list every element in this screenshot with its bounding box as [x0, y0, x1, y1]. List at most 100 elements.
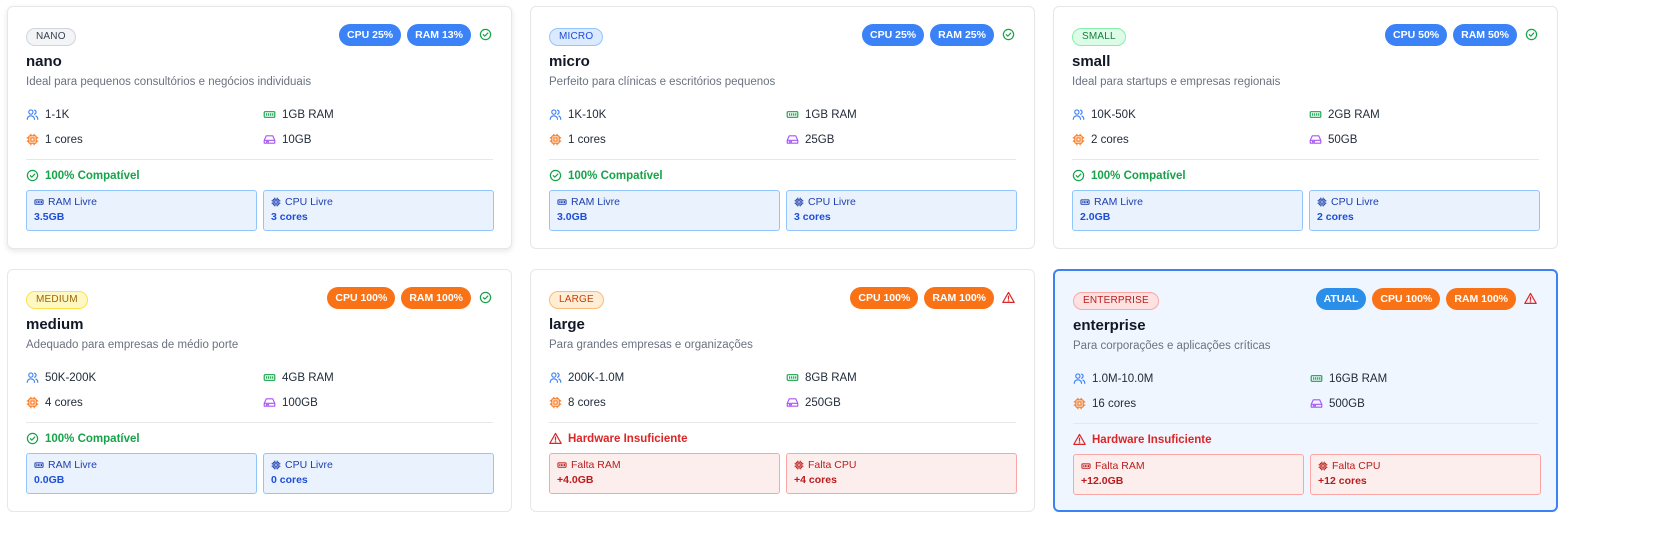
- spec-ram: 8GB RAM: [786, 371, 857, 384]
- ram-resource-label: Falta RAM: [571, 459, 621, 471]
- compatibility-status: Hardware Insuficiente: [1073, 433, 1212, 446]
- memory-icon: [786, 374, 799, 381]
- cpu-resource-label-row: CPU Livre: [1317, 196, 1532, 208]
- spec-ram-label: 1GB RAM: [282, 108, 334, 121]
- hard-drive-icon: [1309, 135, 1322, 144]
- cpu-resource-box: CPU Livre 2 cores: [1309, 190, 1540, 231]
- spec-cpu-label: 8 cores: [568, 396, 606, 409]
- users-icon: [26, 109, 39, 120]
- plan-card-nano[interactable]: NANO CPU 25% RAM 13% nano Ideal para peq…: [7, 6, 512, 249]
- compatibility-status: 100% Compatível: [26, 169, 140, 182]
- spec-users: 1-1K: [26, 108, 69, 121]
- ram-resource-box: RAM Livre 3.5GB: [26, 190, 257, 231]
- plan-description: Ideal para pequenos consultórios e negóc…: [26, 76, 312, 88]
- plan-name: nano: [26, 53, 62, 70]
- plan-name: small: [1072, 53, 1111, 70]
- check-circle-icon: [1072, 169, 1085, 182]
- alert-triangle-icon: [1073, 433, 1086, 446]
- plan-description: Perfeito para clínicas e escritórios peq…: [549, 76, 776, 88]
- spec-storage: 10GB: [263, 133, 311, 146]
- compatibility-label: 100% Compatível: [45, 169, 140, 182]
- spec-storage-label: 50GB: [1328, 133, 1358, 146]
- spec-ram-label: 4GB RAM: [282, 371, 334, 384]
- usage-badges: CPU 25% RAM 13%: [339, 24, 493, 46]
- cpu-resource-value: 3 cores: [794, 211, 831, 223]
- cpu-resource-value: +12 cores: [1318, 475, 1367, 487]
- spec-ram-label: 2GB RAM: [1328, 108, 1380, 121]
- users-icon: [1073, 373, 1086, 384]
- cpu-icon: [549, 396, 562, 409]
- ram-usage-badge: RAM 100%: [401, 287, 471, 309]
- cpu-icon: [549, 133, 562, 146]
- spec-users: 1K-10K: [549, 108, 606, 121]
- plan-name: medium: [26, 316, 84, 333]
- ram-resource-value: +4.0GB: [557, 474, 594, 486]
- alert-triangle-icon: [549, 432, 562, 445]
- plan-card-medium[interactable]: MEDIUM CPU 100% RAM 100% medium Adequado…: [7, 269, 512, 512]
- spec-users-label: 200K-1.0M: [568, 371, 625, 384]
- spec-storage-label: 500GB: [1329, 397, 1365, 410]
- plan-card-enterprise[interactable]: ENTERPRISE ATUAL CPU 100% RAM 100% enter…: [1053, 269, 1558, 512]
- cpu-usage-badge: CPU 25%: [339, 24, 402, 46]
- spec-users-label: 1-1K: [45, 108, 70, 121]
- compatibility-label: 100% Compatível: [1091, 169, 1186, 182]
- ram-resource-box: RAM Livre 0.0GB: [26, 453, 257, 494]
- spec-cpu: 1 cores: [549, 133, 606, 146]
- alert-triangle-icon: [1002, 291, 1016, 305]
- divider: [549, 159, 1016, 160]
- cpu-icon: [794, 460, 804, 470]
- plan-description: Adequado para empresas de médio porte: [26, 339, 239, 351]
- cpu-resource-value: 0 cores: [271, 474, 308, 486]
- spec-storage-label: 25GB: [805, 133, 835, 146]
- spec-ram: 1GB RAM: [263, 108, 334, 121]
- plan-card-micro[interactable]: MICRO CPU 25% RAM 25% micro Perfeito par…: [530, 6, 1035, 249]
- divider: [1072, 159, 1539, 160]
- alert-triangle-icon: [1524, 292, 1538, 306]
- spec-ram: 2GB RAM: [1309, 108, 1380, 121]
- spec-users: 200K-1.0M: [549, 371, 624, 384]
- memory-icon: [557, 199, 567, 205]
- cpu-icon: [1318, 461, 1328, 471]
- cpu-resource-label: Falta CPU: [808, 459, 857, 471]
- check-circle-icon: [479, 291, 493, 305]
- cpu-resource-label: CPU Livre: [808, 196, 856, 208]
- cpu-icon: [271, 197, 281, 207]
- memory-icon: [34, 462, 44, 468]
- ram-resource-value: 3.5GB: [34, 211, 65, 223]
- plan-description: Ideal para startups e empresas regionais: [1072, 76, 1281, 88]
- spec-ram: 16GB RAM: [1310, 372, 1387, 385]
- ram-usage-badge: RAM 13%: [407, 24, 471, 46]
- usage-badges: CPU 100% RAM 100%: [327, 287, 493, 309]
- spec-ram-label: 8GB RAM: [805, 371, 857, 384]
- ram-resource-box: RAM Livre 3.0GB: [549, 190, 780, 231]
- cpu-resource-value: +4 cores: [794, 474, 837, 486]
- usage-badges: CPU 25% RAM 25%: [862, 24, 1016, 46]
- users-icon: [549, 109, 562, 120]
- spec-ram: 1GB RAM: [786, 108, 857, 121]
- spec-storage: 500GB: [1310, 397, 1365, 410]
- spec-users-label: 10K-50K: [1091, 108, 1136, 121]
- cpu-resource-box: CPU Livre 3 cores: [263, 190, 494, 231]
- tier-badge: MICRO: [549, 28, 604, 46]
- hard-drive-icon: [263, 398, 276, 407]
- spec-users-label: 1.0M-10.0M: [1092, 372, 1154, 385]
- usage-badges: ATUAL CPU 100% RAM 100%: [1315, 288, 1538, 310]
- check-circle-icon: [26, 169, 39, 182]
- plan-card-large[interactable]: LARGE CPU 100% RAM 100% large Para grand…: [530, 269, 1035, 512]
- memory-icon: [34, 199, 44, 205]
- hard-drive-icon: [786, 398, 799, 407]
- cpu-icon: [26, 396, 39, 409]
- cpu-resource-box: CPU Livre 3 cores: [786, 190, 1017, 231]
- memory-icon: [263, 374, 276, 381]
- ram-resource-box: Falta RAM +12.0GB: [1073, 454, 1304, 495]
- cpu-resource-box: CPU Livre 0 cores: [263, 453, 494, 494]
- cpu-resource-label: CPU Livre: [1331, 196, 1379, 208]
- ram-resource-label-row: RAM Livre: [34, 196, 249, 208]
- spec-ram-label: 16GB RAM: [1329, 372, 1388, 385]
- hard-drive-icon: [786, 135, 799, 144]
- plan-card-small[interactable]: SMALL CPU 50% RAM 50% small Ideal para s…: [1053, 6, 1558, 249]
- ram-usage-badge: RAM 25%: [930, 24, 994, 46]
- check-circle-icon: [1002, 28, 1016, 42]
- plan-name: large: [549, 316, 585, 333]
- ram-resource-label-row: Falta RAM: [557, 459, 772, 471]
